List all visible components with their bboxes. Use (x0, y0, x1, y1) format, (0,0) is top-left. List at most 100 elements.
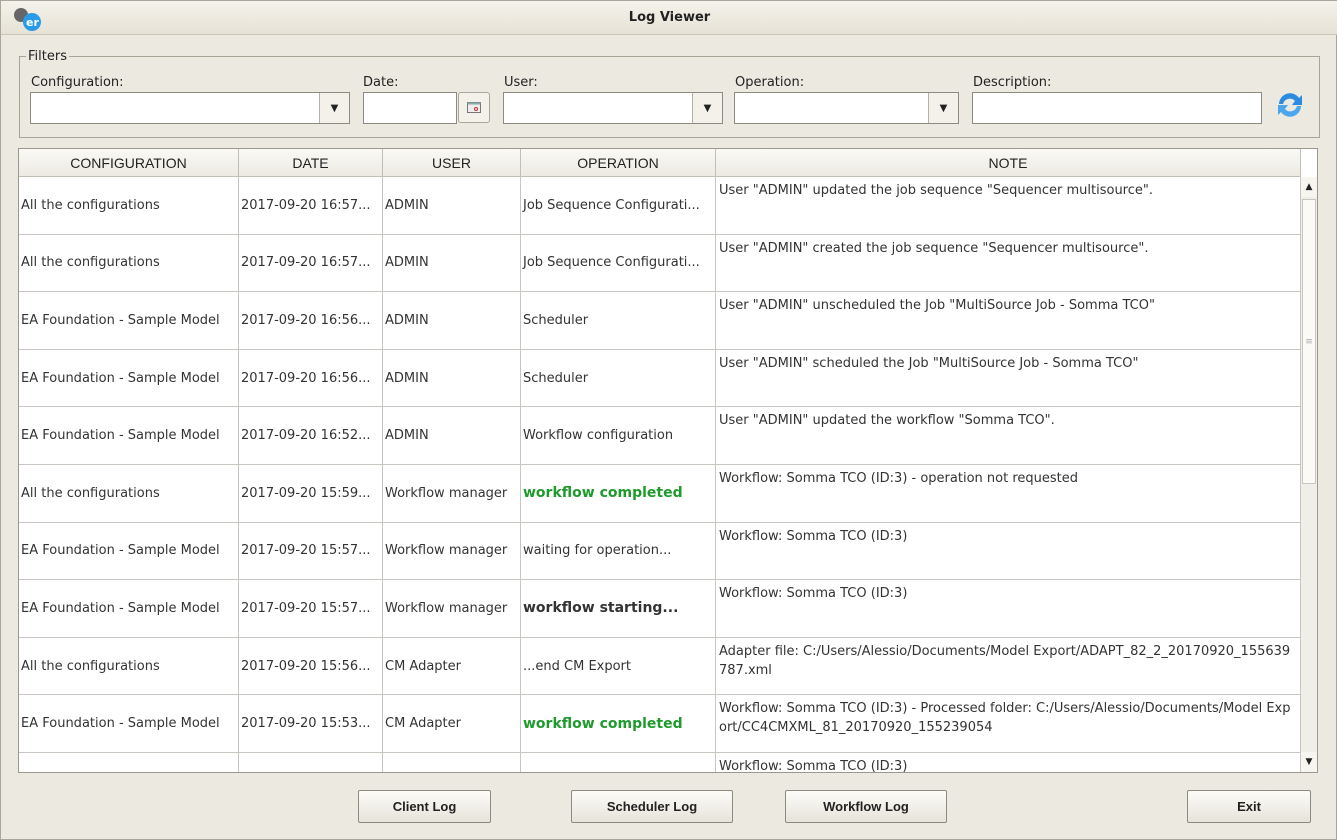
cell-user (383, 752, 521, 772)
table-row[interactable]: EA Foundation - Sample Model 2017-09-20 1… (19, 349, 1301, 408)
operation-label: Operation: (735, 75, 805, 90)
cell-operation: waiting for operation... (521, 522, 716, 580)
configuration-combobox[interactable]: ▼ (30, 92, 350, 124)
window-title: Log Viewer (628, 10, 711, 25)
cell-user: ADMIN (383, 349, 521, 407)
cell-operation: Scheduler (521, 292, 716, 349)
cell-user: CM Adapter (383, 637, 521, 695)
cell-user: ADMIN (383, 407, 521, 464)
cell-configuration: EA Foundation - Sample Model (19, 292, 239, 349)
cell-date: 2017-09-20 15:56... (239, 637, 383, 695)
table-row[interactable]: All the configurations 2017-09-20 15:56..… (19, 637, 1301, 696)
filters-legend: Filters (28, 49, 67, 64)
cell-date: 2017-09-20 16:56... (239, 292, 383, 349)
cell-date: 2017-09-20 15:57... (239, 580, 383, 637)
table-row[interactable]: EA Foundation - Sample Model 2017-09-20 1… (19, 695, 1301, 753)
description-input[interactable] (972, 92, 1262, 124)
cell-operation: Job Sequence Configurati... (521, 234, 716, 292)
cell-operation: workflow completed (521, 464, 716, 522)
cell-operation: Workflow configuration (521, 407, 716, 464)
cell-user: ADMIN (383, 234, 521, 292)
cell-date: 2017-09-20 15:59... (239, 464, 383, 522)
table-row[interactable]: All the configurations 2017-09-20 16:57..… (19, 234, 1301, 293)
calendar-icon (467, 102, 481, 113)
log-table: CONFIGURATION DATE USER OPERATION NOTE A… (18, 148, 1318, 773)
cell-note: Workflow: Somma TCO (ID:3) (716, 580, 1301, 637)
cell-operation (521, 752, 716, 772)
cell-date: 2017-09-20 16:57... (239, 234, 383, 292)
refresh-button[interactable] (1271, 86, 1309, 124)
cell-note: Workflow: Somma TCO (ID:3) (716, 752, 1301, 772)
configuration-label: Configuration: (31, 75, 124, 90)
refresh-icon (1278, 93, 1302, 117)
cell-user: CM Adapter (383, 695, 521, 752)
cell-operation: ...end CM Export (521, 637, 716, 695)
chevron-down-icon[interactable]: ▼ (692, 93, 722, 123)
cell-configuration: EA Foundation - Sample Model (19, 580, 239, 637)
scrollbar-thumb[interactable]: ≡ (1302, 199, 1316, 484)
cell-configuration: EA Foundation - Sample Model (19, 522, 239, 580)
operation-combobox[interactable]: ▼ (734, 92, 959, 124)
table-row[interactable]: EA Foundation - Sample Model 2017-09-20 1… (19, 522, 1301, 581)
column-header-operation[interactable]: OPERATION (521, 149, 716, 176)
chevron-down-icon[interactable]: ▼ (928, 93, 958, 123)
cell-operation: workflow starting... (521, 580, 716, 637)
cell-date: 2017-09-20 15:57... (239, 522, 383, 580)
cell-note: User "ADMIN" unscheduled the Job "MultiS… (716, 292, 1301, 349)
workflow-log-button[interactable]: Workflow Log (785, 790, 947, 823)
cell-date: 2017-09-20 16:57... (239, 177, 383, 234)
cell-note: User "ADMIN" updated the job sequence "S… (716, 177, 1301, 234)
scheduler-log-button[interactable]: Scheduler Log (571, 790, 733, 823)
title-bar: er Log Viewer (1, 1, 1337, 35)
cell-note: Adapter file: C:/Users/Alessio/Documents… (716, 637, 1301, 695)
table-row[interactable]: Workflow: Somma TCO (ID:3) (19, 752, 1301, 772)
cell-note: Workflow: Somma TCO (ID:3) - operation n… (716, 464, 1301, 522)
cell-note: User "ADMIN" created the job sequence "S… (716, 234, 1301, 292)
cell-configuration: EA Foundation - Sample Model (19, 349, 239, 407)
column-header-configuration[interactable]: CONFIGURATION (19, 149, 239, 176)
cell-date: 2017-09-20 15:53... (239, 695, 383, 752)
column-header-note[interactable]: NOTE (716, 149, 1301, 176)
cell-date: 2017-09-20 16:52... (239, 407, 383, 464)
cell-configuration: EA Foundation - Sample Model (19, 407, 239, 464)
cell-note: User "ADMIN" updated the workflow "Somma… (716, 407, 1301, 464)
cell-note: User "ADMIN" scheduled the Job "MultiSou… (716, 349, 1301, 407)
scroll-down-icon[interactable]: ▼ (1301, 752, 1317, 772)
cell-configuration: All the configurations (19, 234, 239, 292)
cell-configuration (19, 752, 239, 772)
cell-date (239, 752, 383, 772)
cell-user: ADMIN (383, 177, 521, 234)
chevron-down-icon[interactable]: ▼ (319, 93, 349, 123)
user-combobox[interactable]: ▼ (503, 92, 723, 124)
client-log-button[interactable]: Client Log (358, 790, 491, 823)
svg-text:er: er (26, 16, 39, 29)
user-label: User: (504, 75, 538, 90)
cell-configuration: All the configurations (19, 464, 239, 522)
cell-configuration: All the configurations (19, 637, 239, 695)
table-row[interactable]: All the configurations 2017-09-20 15:59..… (19, 464, 1301, 523)
cell-user: Workflow manager (383, 464, 521, 522)
table-row[interactable]: All the configurations 2017-09-20 16:57..… (19, 177, 1301, 235)
vertical-scrollbar[interactable]: ▲ ≡ ▼ (1300, 177, 1317, 772)
column-header-user[interactable]: USER (383, 149, 521, 176)
date-input[interactable] (363, 92, 457, 124)
cell-user: Workflow manager (383, 522, 521, 580)
description-label: Description: (973, 75, 1052, 90)
exit-button[interactable]: Exit (1187, 790, 1311, 823)
cell-operation: Job Sequence Configurati... (521, 177, 716, 234)
table-row[interactable]: EA Foundation - Sample Model 2017-09-20 1… (19, 407, 1301, 465)
scroll-up-icon[interactable]: ▲ (1301, 177, 1317, 197)
table-header: CONFIGURATION DATE USER OPERATION NOTE (19, 149, 1301, 177)
cell-note: Workflow: Somma TCO (ID:3) (716, 522, 1301, 580)
cell-note: Workflow: Somma TCO (ID:3) - Processed f… (716, 695, 1301, 752)
cell-operation: Scheduler (521, 349, 716, 407)
table-row[interactable]: EA Foundation - Sample Model 2017-09-20 1… (19, 580, 1301, 638)
cell-user: ADMIN (383, 292, 521, 349)
date-label: Date: (363, 75, 399, 90)
column-header-date[interactable]: DATE (239, 149, 383, 176)
calendar-button[interactable] (458, 92, 490, 123)
cell-date: 2017-09-20 16:56... (239, 349, 383, 407)
cell-configuration: All the configurations (19, 177, 239, 234)
cell-operation: workflow completed (521, 695, 716, 752)
table-row[interactable]: EA Foundation - Sample Model 2017-09-20 1… (19, 292, 1301, 350)
